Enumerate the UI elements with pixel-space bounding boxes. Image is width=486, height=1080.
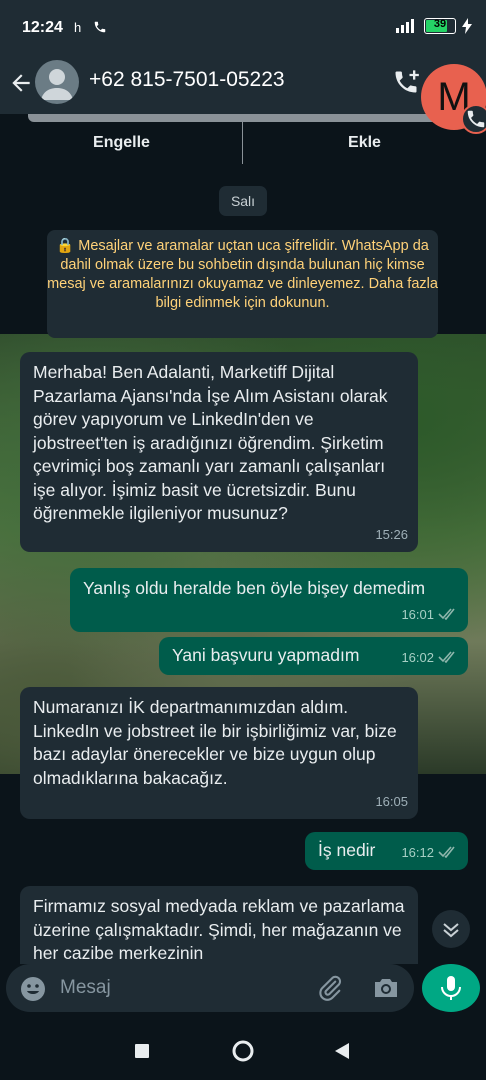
status-time: 12:24: [22, 19, 63, 36]
message-time: 16:05: [375, 793, 408, 809]
add-contact-button[interactable]: Ekle: [243, 134, 486, 152]
network-indicator: h: [74, 20, 82, 35]
read-receipt-icon: [438, 651, 455, 664]
incoming-message[interactable]: Firmamız sosyal medyada reklam ve pazarl…: [20, 886, 418, 964]
wifi-signal-icon: [396, 19, 414, 33]
message-text: Numaranızı İK departmanımızdan aldım. Li…: [33, 697, 397, 788]
phone-call-icon: [93, 20, 107, 39]
message-time: 16:12: [401, 844, 434, 860]
unknown-contact-actions: Engelle Ekle: [0, 114, 486, 164]
encryption-notice[interactable]: 🔒 Mesajlar ve aramalar uçtan uca şifreli…: [47, 230, 438, 338]
read-receipt-icon: [438, 846, 455, 859]
outgoing-message[interactable]: Yanlış oldu heralde ben öyle bişey demed…: [70, 568, 468, 632]
contact-name[interactable]: +62 815-7501-05223: [89, 68, 285, 92]
composer: Mesaj: [0, 964, 486, 1022]
message-time: 16:01: [401, 606, 434, 622]
encryption-notice-text: 🔒 Mesajlar ve aramalar uçtan uca şifreli…: [47, 238, 438, 311]
message-time: 16:02: [401, 649, 434, 665]
voice-record-button[interactable]: [422, 964, 480, 1012]
battery-icon: 39: [424, 18, 456, 34]
double-chevron-down-icon: [443, 923, 459, 938]
message-input[interactable]: Mesaj: [60, 977, 111, 999]
message-text: İş nedir: [318, 840, 376, 860]
message-text: Yani başvuru yapmadım: [172, 645, 360, 665]
emoji-icon[interactable]: [20, 976, 46, 1007]
message-input-field[interactable]: Mesaj: [6, 964, 414, 1012]
attach-paperclip-icon[interactable]: [316, 974, 344, 1007]
date-separator: Salı: [219, 186, 267, 216]
incoming-message[interactable]: Numaranızı İK departmanımızdan aldım. Li…: [20, 687, 418, 819]
overlay-strip: [28, 114, 458, 122]
microphone-icon: [441, 976, 461, 1000]
message-meta: 16:01: [401, 603, 458, 627]
outgoing-message[interactable]: Yani başvuru yapmadım 16:02: [159, 637, 468, 675]
outgoing-message[interactable]: İş nedir 16:12: [305, 832, 468, 870]
add-call-icon[interactable]: [392, 68, 420, 101]
message-meta: 16:02: [401, 646, 458, 670]
incoming-message[interactable]: Merhaba! Ben Adalanti, Marketiff Dijital…: [20, 352, 418, 552]
battery-level: 39: [433, 18, 447, 30]
message-meta: 16:05: [375, 790, 408, 814]
chat-area[interactable]: Salı 🔒 Mesajlar ve aramalar uçtan uca şi…: [0, 164, 486, 964]
chat-header: +62 815-7501-05223 M: [0, 58, 486, 134]
camera-icon[interactable]: [372, 975, 400, 1006]
block-button[interactable]: Engelle: [0, 134, 243, 152]
recents-square-icon[interactable]: [134, 1043, 150, 1059]
message-meta: 16:12: [401, 841, 458, 865]
back-triangle-icon[interactable]: [334, 1042, 350, 1060]
scroll-to-bottom-button[interactable]: [432, 910, 470, 948]
message-time: 15:26: [375, 526, 408, 542]
message-text: Merhaba! Ben Adalanti, Marketiff Dijital…: [33, 362, 388, 523]
contact-avatar[interactable]: [35, 60, 79, 104]
call-badge-icon: [461, 104, 486, 134]
home-circle-icon[interactable]: [232, 1040, 254, 1062]
message-meta: 15:26: [375, 523, 408, 547]
back-arrow-icon[interactable]: [8, 70, 34, 101]
floating-profile-avatar[interactable]: M: [421, 64, 486, 134]
charging-bolt-icon: [462, 18, 472, 34]
read-receipt-icon: [438, 608, 455, 621]
system-navigation-bar: [0, 1022, 486, 1080]
message-text: Yanlış oldu heralde ben öyle bişey demed…: [83, 578, 426, 598]
status-bar: 12:24 h 39: [0, 0, 486, 58]
message-text: Firmamız sosyal medyada reklam ve pazarl…: [33, 896, 405, 963]
status-icons: 39: [396, 18, 472, 34]
